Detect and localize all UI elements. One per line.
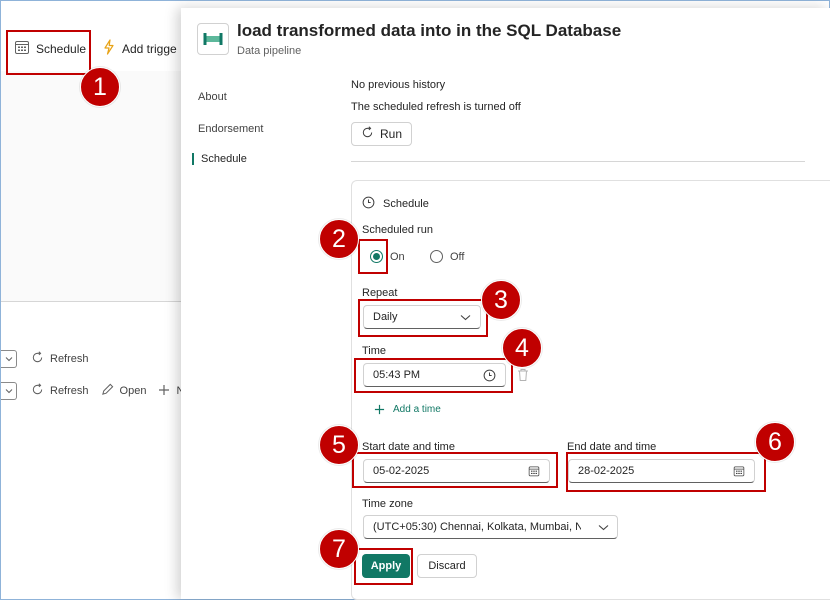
highlight-schedule-button (6, 30, 91, 75)
off-label: Off (450, 250, 465, 263)
row-dropdown[interactable] (1, 350, 17, 368)
schedule-card-title: Schedule (383, 198, 429, 210)
background-row-2: Refresh Open N (1, 382, 184, 400)
annotation-badge-3: 3 (481, 280, 521, 320)
radio-unselected-icon (430, 250, 443, 263)
highlight-repeat (358, 299, 488, 337)
refresh-label[interactable]: Refresh (50, 353, 89, 365)
nav-item-endorsement[interactable]: Endorsement (198, 123, 263, 135)
plus-icon (374, 404, 385, 415)
refresh-icon[interactable] (31, 383, 44, 399)
refresh-label[interactable]: Refresh (50, 385, 89, 397)
timezone-dropdown[interactable]: (UTC+05:30) Chennai, Kolkata, Mumbai, Ne… (363, 515, 618, 539)
discard-button[interactable]: Discard (417, 554, 477, 578)
highlight-apply (354, 548, 413, 585)
background-list (1, 302, 181, 598)
highlight-time (354, 358, 513, 393)
highlight-on-radio (358, 239, 388, 274)
annotation-badge-5: 5 (319, 425, 359, 465)
nav-item-schedule[interactable]: Schedule (192, 153, 247, 165)
schedule-card-header: Schedule (362, 196, 429, 212)
annotation-badge-4: 4 (502, 328, 542, 368)
run-button[interactable]: Run (351, 122, 412, 146)
highlight-start-date (352, 452, 558, 488)
add-time-button[interactable]: Add a time (374, 404, 441, 415)
refresh-icon[interactable] (31, 351, 44, 367)
row-dropdown[interactable] (1, 382, 17, 400)
chevron-down-icon (598, 524, 609, 530)
highlight-end-date (566, 452, 766, 492)
add-time-label: Add a time (393, 404, 441, 415)
nav-item-about[interactable]: About (198, 91, 227, 103)
refresh-icon (361, 126, 374, 142)
scheduled-run-off-radio[interactable]: Off (430, 250, 464, 263)
scheduled-run-label: Scheduled run (362, 224, 433, 236)
delete-icon[interactable] (517, 368, 529, 385)
open-label[interactable]: Open (120, 385, 147, 397)
timezone-label: Time zone (362, 498, 413, 510)
on-label: On (390, 250, 405, 263)
annotation-badge-1: 1 (80, 67, 120, 107)
annotation-badge-2: 2 (319, 219, 359, 259)
run-label: Run (379, 127, 402, 141)
pipeline-icon (197, 23, 229, 55)
background-row-1: Refresh (1, 350, 89, 368)
annotation-badge-7: 7 (319, 529, 359, 569)
panel-title: load transformed data into in the SQL Da… (237, 21, 622, 40)
clock-icon (362, 196, 375, 212)
add-trigger-label: Add trigge (122, 41, 177, 56)
section-divider (351, 161, 805, 162)
lightning-icon (102, 39, 116, 58)
chevron-down-icon (5, 357, 12, 362)
pencil-icon[interactable] (101, 383, 114, 399)
panel-subtitle: Data pipeline (237, 45, 302, 57)
history-status: No previous history (351, 79, 446, 91)
timezone-value: (UTC+05:30) Chennai, Kolkata, Mumbai, Ne… (373, 521, 581, 533)
time-label: Time (362, 345, 387, 357)
add-trigger-button[interactable]: Add trigge (102, 39, 177, 58)
chevron-down-icon (5, 389, 12, 394)
annotation-badge-6: 6 (755, 422, 795, 462)
plus-icon[interactable] (158, 384, 170, 399)
refresh-status: The scheduled refresh is turned off (351, 101, 521, 113)
repeat-label: Repeat (362, 287, 398, 299)
